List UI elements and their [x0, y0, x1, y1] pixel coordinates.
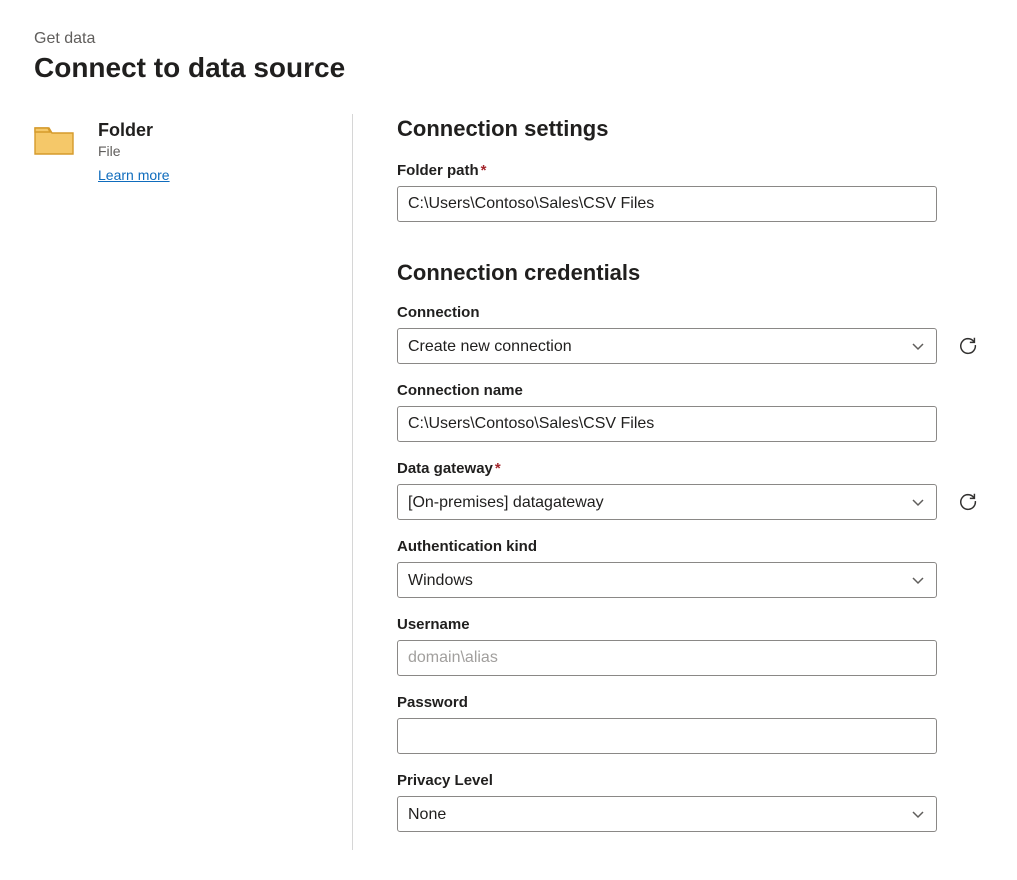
connection-select[interactable]: Create new connection — [397, 328, 937, 364]
learn-more-link[interactable]: Learn more — [98, 167, 170, 183]
connection-name-label: Connection name — [397, 382, 983, 399]
source-item-folder: Folder File Learn more — [34, 120, 332, 183]
auth-kind-select[interactable]: Windows — [397, 562, 937, 598]
data-gateway-label: Data gateway* — [397, 460, 983, 477]
connection-credentials-heading: Connection credentials — [397, 260, 983, 286]
connection-label: Connection — [397, 304, 983, 321]
privacy-level-label: Privacy Level — [397, 772, 983, 789]
connection-settings-heading: Connection settings — [397, 116, 983, 142]
data-gateway-select[interactable]: [On-premises] datagateway — [397, 484, 937, 520]
password-label: Password — [397, 694, 983, 711]
page-title: Connect to data source — [34, 52, 983, 84]
password-input[interactable] — [397, 718, 937, 754]
folder-path-label: Folder path* — [397, 162, 983, 179]
username-input[interactable] — [397, 640, 937, 676]
required-asterisk: * — [495, 460, 501, 477]
required-asterisk: * — [481, 162, 487, 179]
source-title: Folder — [98, 120, 170, 141]
folder-icon — [34, 120, 74, 183]
folder-path-input[interactable] — [397, 186, 937, 222]
refresh-gateway-button[interactable] — [953, 487, 983, 517]
auth-kind-label: Authentication kind — [397, 538, 983, 555]
username-label: Username — [397, 616, 983, 633]
connection-name-input[interactable] — [397, 406, 937, 442]
breadcrumb: Get data — [34, 30, 983, 48]
privacy-level-select[interactable]: None — [397, 796, 937, 832]
source-panel: Folder File Learn more — [34, 114, 353, 850]
form-panel: Connection settings Folder path* Connect… — [353, 114, 983, 850]
refresh-icon — [957, 335, 979, 357]
refresh-connection-button[interactable] — [953, 331, 983, 361]
source-subtitle: File — [98, 143, 170, 159]
refresh-icon — [957, 491, 979, 513]
